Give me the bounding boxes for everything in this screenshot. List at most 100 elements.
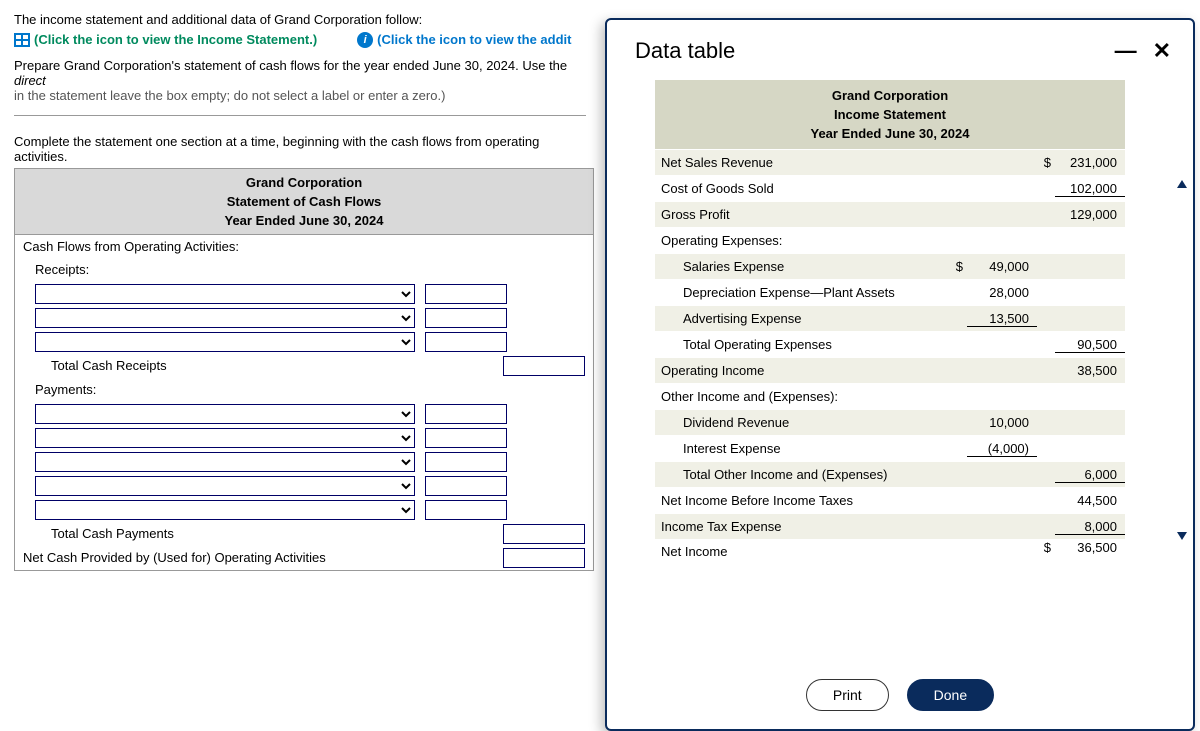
income-statement-link[interactable]: (Click the icon to view the Income State… [14, 32, 317, 48]
income-col2: 129,000 [1055, 207, 1125, 222]
payment-val-4[interactable] [425, 476, 507, 496]
income-row: Cost of Goods Sold 102,000 [655, 175, 1125, 201]
income-label: Salaries Expense [655, 255, 949, 278]
data-table-modal: Data table — ✕ Grand Corporation Income … [605, 18, 1195, 731]
instruction-italic: direct [14, 73, 46, 88]
income-col1: (4,000) [967, 441, 1037, 457]
income-col2: 6,000 [1055, 467, 1125, 483]
income-row: Interest Expense (4,000) [655, 435, 1125, 461]
income-col2: 36,500 [1055, 540, 1125, 555]
receipt-select-1[interactable] [35, 284, 415, 304]
income-col1: 10,000 [967, 415, 1037, 430]
is-company: Grand Corporation [655, 86, 1125, 105]
income-row: Operating Expenses: [655, 227, 1125, 253]
op-activities-header: Cash Flows from Operating Activities: [15, 236, 415, 257]
income-row: Operating Income 38,500 [655, 357, 1125, 383]
payment-val-2[interactable] [425, 428, 507, 448]
additional-data-link[interactable]: i (Click the icon to view the addit [357, 32, 571, 48]
is-title: Income Statement [655, 105, 1125, 124]
income-col2: 44,500 [1055, 493, 1125, 508]
receipt-val-1[interactable] [425, 284, 507, 304]
income-label: Operating Expenses: [655, 229, 949, 252]
currency-symbol: $ [949, 259, 967, 274]
payment-val-5[interactable] [425, 500, 507, 520]
income-label: Interest Expense [655, 437, 949, 460]
receipts-label: Receipts: [15, 259, 415, 280]
income-label: Dividend Revenue [655, 411, 949, 434]
income-col2: 8,000 [1055, 519, 1125, 535]
income-col2: 102,000 [1055, 181, 1125, 197]
scroll-down-icon[interactable] [1177, 532, 1187, 540]
ws-company: Grand Corporation [15, 173, 593, 192]
link-text: (Click the icon to view the addit [377, 32, 571, 47]
income-row: Dividend Revenue 10,000 [655, 409, 1125, 435]
instruction-text: Prepare Grand Corporation's statement of… [14, 58, 567, 73]
receipt-select-3[interactable] [35, 332, 415, 352]
total-receipts-val[interactable] [503, 356, 585, 376]
income-label: Other Income and (Expenses): [655, 385, 949, 408]
total-payments-val[interactable] [503, 524, 585, 544]
payment-val-3[interactable] [425, 452, 507, 472]
income-col1: 49,000 [967, 259, 1037, 274]
income-row: Net Income Before Income Taxes 44,500 [655, 487, 1125, 513]
income-label: Advertising Expense [655, 307, 949, 330]
payment-select-3[interactable] [35, 452, 415, 472]
income-label: Gross Profit [655, 203, 949, 226]
instruction-note: in the statement leave the box empty; do… [14, 88, 586, 103]
divider-slider[interactable] [14, 115, 586, 116]
total-payments-label: Total Cash Payments [15, 523, 415, 544]
income-label: Operating Income [655, 359, 949, 382]
payment-select-5[interactable] [35, 500, 415, 520]
currency-symbol: $ [1037, 540, 1055, 555]
income-label: Depreciation Expense—Plant Assets [655, 281, 949, 304]
income-col2: 90,500 [1055, 337, 1125, 353]
income-label: Total Operating Expenses [655, 333, 949, 356]
income-col2: 38,500 [1055, 363, 1125, 378]
info-icon: i [357, 32, 373, 48]
payment-select-1[interactable] [35, 404, 415, 424]
income-row: Depreciation Expense—Plant Assets 28,000 [655, 279, 1125, 305]
ws-statement: Statement of Cash Flows [15, 192, 593, 211]
income-statement-table: Grand Corporation Income Statement Year … [655, 80, 1125, 565]
receipt-val-3[interactable] [425, 332, 507, 352]
section-hint: Complete the statement one section at a … [14, 134, 586, 164]
income-row: Total Other Income and (Expenses) 6,000 [655, 461, 1125, 487]
receipt-val-2[interactable] [425, 308, 507, 328]
close-icon[interactable]: ✕ [1153, 38, 1171, 64]
currency-symbol: $ [1037, 155, 1055, 170]
income-col1: 28,000 [967, 285, 1037, 300]
payment-val-1[interactable] [425, 404, 507, 424]
income-row: Total Operating Expenses 90,500 [655, 331, 1125, 357]
income-col1: 13,500 [967, 311, 1037, 327]
payment-select-2[interactable] [35, 428, 415, 448]
income-row: Gross Profit 129,000 [655, 201, 1125, 227]
income-row: Income Tax Expense 8,000 [655, 513, 1125, 539]
total-receipts-label: Total Cash Receipts [15, 355, 415, 376]
scrollbar[interactable] [1177, 180, 1187, 540]
payment-select-4[interactable] [35, 476, 415, 496]
income-label: Income Tax Expense [655, 515, 949, 538]
income-col2: 231,000 [1055, 155, 1125, 170]
scroll-up-icon[interactable] [1177, 180, 1187, 188]
income-label: Total Other Income and (Expenses) [655, 463, 949, 486]
income-row: Net Sales Revenue $231,000 [655, 149, 1125, 175]
receipt-select-2[interactable] [35, 308, 415, 328]
payments-label: Payments: [15, 379, 415, 400]
modal-title: Data table [635, 38, 735, 64]
net-cash-op-val[interactable] [503, 548, 585, 568]
is-period: Year Ended June 30, 2024 [655, 124, 1125, 143]
income-row: Net Income$36,500 [655, 539, 1125, 565]
done-button[interactable]: Done [907, 679, 994, 711]
print-button[interactable]: Print [806, 679, 889, 711]
table-icon [14, 33, 30, 47]
income-row: Other Income and (Expenses): [655, 383, 1125, 409]
income-label: Net Income Before Income Taxes [655, 489, 949, 512]
minimize-icon[interactable]: — [1115, 38, 1137, 64]
link-text: (Click the icon to view the Income State… [34, 32, 317, 47]
income-label: Cost of Goods Sold [655, 177, 949, 200]
cash-flow-worksheet: Grand Corporation Statement of Cash Flow… [14, 168, 594, 571]
income-label: Net Sales Revenue [655, 151, 949, 174]
ws-period: Year Ended June 30, 2024 [15, 211, 593, 230]
income-row: Salaries Expense$49,000 [655, 253, 1125, 279]
net-cash-op-label: Net Cash Provided by (Used for) Operatin… [15, 547, 415, 568]
